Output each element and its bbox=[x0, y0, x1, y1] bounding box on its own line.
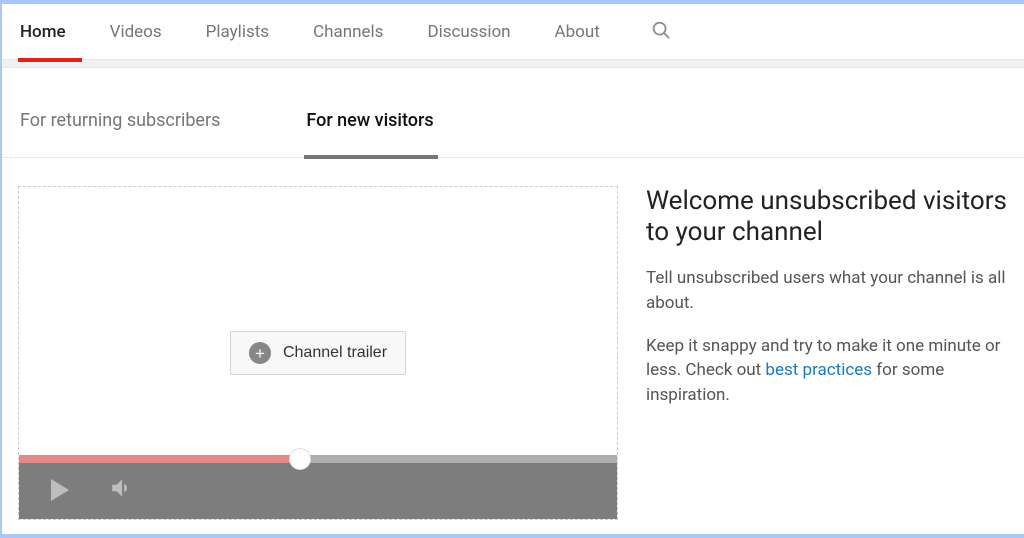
tab-about[interactable]: About bbox=[533, 4, 622, 60]
sidebar-paragraph-1: Tell unsubscribed users what your channe… bbox=[646, 266, 1008, 315]
best-practices-link[interactable]: best practices bbox=[765, 360, 872, 380]
tab-playlists[interactable]: Playlists bbox=[184, 4, 291, 60]
tab-label: About bbox=[555, 22, 600, 42]
content-area: + Channel trailer Welcome unsubscribed v… bbox=[2, 158, 1024, 520]
trailer-info-sidebar: Welcome unsubscribed visitors to your ch… bbox=[618, 186, 1008, 520]
subtab-new-visitors[interactable]: For new visitors bbox=[304, 100, 437, 158]
subtab-label: For new visitors bbox=[306, 110, 433, 131]
progress-track[interactable] bbox=[19, 455, 617, 463]
play-icon[interactable] bbox=[51, 479, 69, 501]
tab-videos[interactable]: Videos bbox=[88, 4, 184, 60]
subtab-label: For returning subscribers bbox=[20, 110, 220, 131]
subtab-returning[interactable]: For returning subscribers bbox=[18, 100, 224, 158]
tab-channels[interactable]: Channels bbox=[291, 4, 405, 60]
progress-thumb[interactable] bbox=[289, 448, 311, 470]
video-player-bar bbox=[19, 461, 617, 519]
trailer-placeholder: + Channel trailer bbox=[18, 186, 618, 520]
sidebar-title: Welcome unsubscribed visitors to your ch… bbox=[646, 186, 1008, 248]
tab-discussion[interactable]: Discussion bbox=[405, 4, 532, 60]
player-controls bbox=[19, 461, 617, 519]
search-icon[interactable] bbox=[650, 19, 672, 45]
tab-label: Home bbox=[20, 22, 66, 42]
tab-label: Discussion bbox=[427, 22, 510, 42]
tab-label: Playlists bbox=[206, 22, 269, 42]
header-nav: Home Videos Playlists Channels Discussio… bbox=[2, 4, 1024, 60]
volume-icon[interactable] bbox=[109, 475, 135, 505]
sub-nav: For returning subscribers For new visito… bbox=[2, 100, 1024, 158]
progress-fill bbox=[19, 455, 300, 463]
tab-home[interactable]: Home bbox=[18, 4, 88, 60]
divider-band bbox=[2, 60, 1024, 68]
tab-label: Channels bbox=[313, 22, 383, 42]
channel-trailer-button[interactable]: + Channel trailer bbox=[230, 331, 406, 375]
sidebar-paragraph-2: Keep it snappy and try to make it one mi… bbox=[646, 334, 1008, 408]
plus-icon: + bbox=[249, 342, 271, 364]
trailer-button-label: Channel trailer bbox=[283, 344, 387, 362]
tab-label: Videos bbox=[110, 22, 162, 42]
